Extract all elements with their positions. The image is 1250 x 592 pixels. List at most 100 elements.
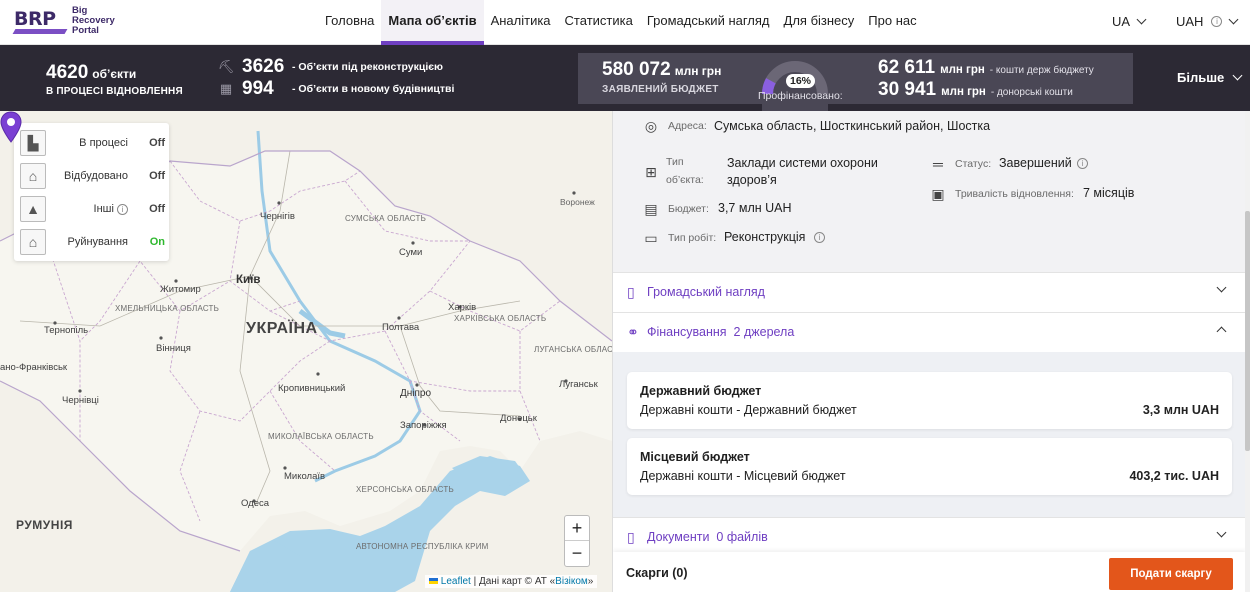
nav-statistics[interactable]: Статистика [558, 0, 640, 45]
info-icon[interactable]: i [1077, 158, 1088, 169]
map-label-mykolaiv: Миколаїв [284, 471, 326, 482]
visicom-link[interactable]: Візіком [555, 576, 588, 587]
nav-home[interactable]: Головна [318, 0, 381, 45]
duration-value: 7 місяців [1083, 186, 1135, 200]
financed-percent: 16% [786, 74, 816, 88]
location-pin-icon[interactable] [0, 111, 22, 143]
map-label-kyiv: Київ [236, 274, 261, 286]
address-label: Адреса: [668, 120, 707, 132]
wallet-icon: ▤ [644, 201, 658, 217]
funding-card: Державний бюджет Державні кошти - Держав… [627, 372, 1232, 429]
legend-toggle[interactable]: Off [149, 170, 165, 182]
funding-title: Державний бюджет [640, 384, 762, 398]
panel-scrollbar[interactable] [1245, 111, 1250, 592]
brp-logo[interactable]: BRP Big Recovery Portal [12, 6, 132, 36]
nav-about[interactable]: Про нас [861, 0, 923, 45]
zoom-controls: + − [564, 515, 590, 567]
map-label-ternopil: Тернопіль [44, 325, 89, 336]
document-icon: ▯ [627, 529, 635, 545]
crane-icon: ⛏ [217, 59, 235, 74]
object-type-label-1: Тип [666, 156, 684, 168]
work-type-value: Реконструкція [724, 230, 806, 244]
nav-analytics[interactable]: Аналітика [484, 0, 558, 45]
building-in-progress-icon: ▙ [20, 130, 46, 156]
grid-icon: ⊞ [645, 164, 657, 180]
map-label-poltava: Полтава [382, 322, 420, 333]
main-menu: Головна Мапа об’єктів Аналітика Статисти… [318, 0, 924, 45]
object-info: ◎ Адреса: Сумська область, Шосткинський … [613, 111, 1245, 272]
map-label-kharkiv-oblast: ХАРКІВСЬКА ОБЛАСТЬ [454, 314, 547, 323]
new-construction-count: 994 [242, 78, 274, 99]
currency-select[interactable]: UAH i [1176, 14, 1239, 29]
other-objects-icon: ▲ [20, 196, 46, 222]
chevron-down-icon [1216, 282, 1227, 293]
handshake-icon: ⚭ [627, 324, 639, 340]
object-details-panel: ◎ Адреса: Сумська область, Шосткинський … [612, 111, 1245, 592]
funding-card: Місцевий бюджет Державні кошти - Місцеви… [627, 438, 1232, 495]
nav-map[interactable]: Мапа об’єктів [381, 0, 484, 45]
map-label-ukraine: УКРАЇНА [246, 320, 318, 337]
accordion-financing[interactable]: ⚭ Фінансування 2 джерела [613, 312, 1245, 352]
info-icon[interactable]: i [814, 232, 825, 243]
map-label-zhytomyr: Житомир [160, 284, 201, 295]
status-label: Статус: [955, 158, 992, 170]
state-budget-value: 62 611 [878, 57, 936, 78]
map-label-zaporizhzhia: Запоріжжя [400, 420, 447, 431]
new-building-icon: ▦ [219, 81, 233, 96]
accordion-public-oversight-title: Громадський нагляд [647, 285, 765, 299]
legend-item-destroyed[interactable]: ⌂ Руйнування On [20, 228, 165, 256]
destroyed-building-icon: ⌂ [20, 229, 46, 255]
zoom-out-button[interactable]: − [565, 541, 589, 566]
nav-public-oversight[interactable]: Громадський нагляд [640, 0, 777, 45]
construction-stats: ⛏ 3626 - Об’єкти під реконструкцією ▦ 99… [216, 56, 455, 100]
map-label-luhansk: Луганськ [559, 379, 598, 390]
map-label-dnipro: Дніпро [400, 388, 432, 399]
chevron-down-icon [1232, 70, 1243, 81]
ukraine-flag-icon [429, 578, 438, 584]
map-label-odesa: Одеса [241, 498, 270, 509]
legend-toggle[interactable]: On [150, 236, 165, 248]
zoom-in-button[interactable]: + [565, 516, 589, 541]
house-rebuilt-icon: ⌂ [20, 163, 46, 189]
state-budget-unit: млн грн [940, 64, 985, 76]
briefcase-icon: ▭ [644, 230, 658, 246]
submit-complaint-button[interactable]: Подати скаргу [1109, 558, 1233, 590]
accordion-financing-title: Фінансування [647, 325, 727, 339]
more-button[interactable]: Більше [1177, 70, 1243, 85]
top-navigation: BRP Big Recovery Portal Головна Мапа об’… [0, 0, 1250, 45]
language-select[interactable]: UA [1112, 14, 1147, 29]
legend-toggle[interactable]: Off [149, 137, 165, 149]
financing-count: 2 джерела [733, 325, 795, 339]
stats-bar: 4620 об’єкти В ПРОЦЕСІ ВІДНОВЛЕННЯ ⛏ 3626… [0, 45, 1250, 135]
map-view[interactable]: Чернігів СУМСЬКА ОБЛАСТЬ Суми Воронеж Ки… [0, 111, 612, 592]
map-label-luhansk-oblast: ЛУГАНСЬКА ОБЛАСТЬ [534, 345, 612, 354]
documents-count: 0 файлів [716, 530, 768, 544]
map-label-sumy: Суми [399, 247, 423, 258]
legend-item-other[interactable]: ▲ Інші i Off [20, 195, 165, 223]
objects-stat: 4620 об’єкти В ПРОЦЕСІ ВІДНОВЛЕННЯ [46, 62, 183, 97]
map-legend: ▙ В процесі Off ⌂ Відбудовано Off ▲ Інші… [14, 123, 169, 261]
map-label-vinnytsia: Вінниця [156, 343, 191, 354]
map-label-kharkiv: Харків [448, 302, 477, 313]
duration-label: Тривалість відновлення: [955, 188, 1074, 200]
legend-item-rebuilt[interactable]: ⌂ Відбудовано Off [20, 162, 165, 190]
complaints-count: Скарги (0) [626, 566, 688, 580]
logo-mark: BRP [12, 7, 68, 35]
complaints-bar: Скарги (0) Подати скаргу [613, 552, 1245, 592]
donor-funds-label: - донорські кошти [990, 87, 1073, 98]
map-label-voronezh: Воронеж [560, 197, 595, 207]
state-budget-label: - кошти держ бюджету [989, 65, 1094, 76]
accordion-documents[interactable]: ▯ Документи 0 файлів [613, 517, 1245, 557]
scrollbar-thumb[interactable] [1245, 211, 1250, 451]
legend-toggle[interactable]: Off [149, 203, 165, 215]
leaflet-link[interactable]: Leaflet [441, 576, 471, 587]
chevron-down-icon [1216, 527, 1227, 538]
objects-caption: В ПРОЦЕСІ ВІДНОВЛЕННЯ [46, 86, 183, 97]
object-type-label-2: об’єкта: [666, 174, 704, 186]
legend-item-in-progress[interactable]: ▙ В процесі Off [20, 129, 165, 157]
nav-business[interactable]: Для бізнесу [777, 0, 862, 45]
funding-amount: 403,2 тис. UAH [1129, 469, 1219, 483]
accordion-public-oversight[interactable]: ▯ Громадський нагляд [613, 272, 1245, 312]
declared-budget-value: 580 072 [602, 59, 671, 80]
map-label-chernihiv: Чернігів [260, 211, 295, 222]
